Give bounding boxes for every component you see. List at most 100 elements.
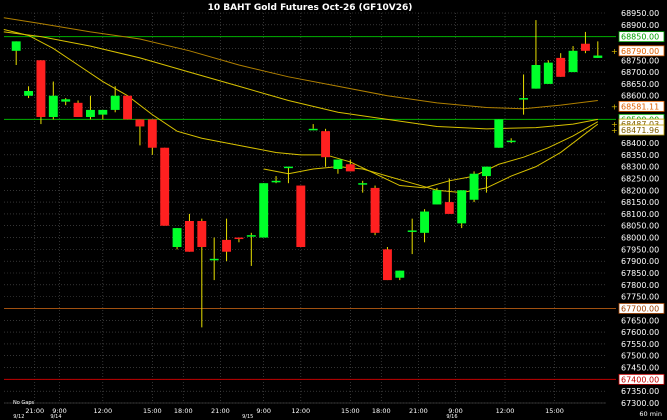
candle-body	[593, 55, 603, 58]
y-tick-label: 67300.00	[621, 399, 659, 408]
candle-body	[444, 202, 454, 214]
y-tick-label: 67600.00	[621, 328, 659, 337]
candle[interactable]	[543, 60, 553, 84]
x-tick-label: 18:00	[372, 407, 391, 415]
price-label: 68790.00+	[611, 45, 665, 57]
y-tick-label: 67750.00	[621, 293, 659, 302]
y-tick-label: 68150.00	[621, 198, 659, 207]
x-tick-label: 9:00	[256, 407, 271, 415]
x-tick-label: 21:00	[211, 407, 230, 415]
price-marker: +	[611, 47, 618, 56]
y-tick-label: 67650.00	[621, 316, 659, 325]
candle-body	[432, 190, 442, 205]
price-label-text: 67700.00	[621, 304, 659, 313]
candle[interactable]	[172, 228, 182, 250]
candle-body	[184, 221, 194, 252]
candle-body	[370, 187, 380, 233]
candle[interactable]	[432, 187, 442, 205]
price-label-text: 67400.00	[621, 375, 659, 384]
price-marker: +	[611, 126, 618, 135]
candle-body	[147, 119, 157, 148]
candle-body	[296, 185, 306, 247]
candlestick-chart[interactable]: 68950.0068900.0068850.0068800.0068750.00…	[0, 0, 667, 420]
candle-body	[519, 98, 529, 100]
candle-body	[283, 166, 293, 169]
candle-body	[457, 190, 467, 224]
candle-body	[123, 95, 133, 120]
candle[interactable]	[296, 185, 306, 247]
candle-body	[36, 60, 46, 117]
candle[interactable]	[370, 185, 380, 236]
y-tick-label: 68200.00	[621, 186, 659, 195]
candle-body	[11, 41, 21, 51]
candle-body	[85, 109, 95, 117]
y-tick-label: 68300.00	[621, 163, 659, 172]
x-tick-label: 21:00	[25, 407, 44, 415]
x-tick-label: 12:00	[93, 407, 112, 415]
y-tick-label: 68750.00	[621, 56, 659, 65]
candle-body	[160, 147, 170, 226]
candle-body	[333, 159, 343, 169]
candle-body	[506, 140, 516, 143]
candle[interactable]	[36, 60, 46, 125]
price-label-text: 68850.00	[621, 33, 659, 42]
price-marker: +	[611, 102, 618, 111]
x-tick-label: 12:00	[291, 407, 310, 415]
candle[interactable]	[457, 190, 467, 229]
x-tick-label: 18:00	[174, 407, 193, 415]
candle-body	[110, 95, 120, 110]
candle[interactable]	[160, 147, 170, 226]
candle-body	[407, 230, 417, 232]
price-label: 68850.00	[618, 31, 665, 43]
candle[interactable]	[494, 119, 504, 148]
candle-body	[222, 239, 232, 252]
chart-window: 68950.0068900.0068850.0068800.0068750.00…	[0, 0, 667, 420]
candle-body	[568, 50, 578, 73]
y-tick-label: 68400.00	[621, 139, 659, 148]
candle-body	[469, 173, 479, 200]
candle-body	[73, 102, 83, 117]
candle-body	[531, 65, 541, 89]
candle-body	[246, 235, 256, 237]
y-tick-label: 67950.00	[621, 245, 659, 254]
candle[interactable]	[73, 100, 83, 117]
candle-body	[209, 258, 219, 261]
x-date-label: 9/15	[242, 414, 253, 420]
price-label-text: 68790.00	[621, 47, 659, 56]
candle-body	[98, 109, 108, 115]
x-date-label: 9/12	[13, 414, 24, 420]
y-tick-label: 68100.00	[621, 210, 659, 219]
price-label: 68471.96+	[611, 124, 665, 136]
y-tick-label: 68050.00	[621, 222, 659, 231]
candle[interactable]	[123, 95, 133, 120]
y-tick-label: 67550.00	[621, 340, 659, 349]
candle-body	[556, 57, 566, 77]
candle[interactable]	[382, 247, 392, 281]
x-date-label: 9/14	[50, 414, 61, 420]
candle-body	[271, 180, 281, 183]
y-tick-label: 68650.00	[621, 80, 659, 89]
y-tick-label: 68900.00	[621, 21, 659, 30]
plot-background	[0, 0, 667, 420]
x-tick-label: 15:00	[545, 407, 564, 415]
y-tick-label: 67800.00	[621, 281, 659, 290]
candle-body	[481, 166, 491, 177]
candle[interactable]	[259, 183, 269, 238]
x-tick-label: 15:00	[341, 407, 360, 415]
price-label: 67400.00	[618, 373, 665, 385]
y-tick-label: 67500.00	[621, 352, 659, 361]
y-tick-label: 67350.00	[621, 387, 659, 396]
price-label-text: 68471.96	[621, 126, 659, 135]
candle-body	[321, 131, 331, 158]
price-label: 67700.00	[618, 303, 665, 314]
candle[interactable]	[469, 171, 479, 203]
y-tick-label: 68350.00	[621, 151, 659, 160]
y-tick-label: 67450.00	[621, 364, 659, 373]
y-tick-label: 68700.00	[621, 68, 659, 77]
x-tick-label: 15:00	[143, 407, 162, 415]
candle-body	[543, 62, 553, 84]
candle-body	[172, 228, 182, 247]
candle-body	[358, 183, 368, 185]
x-tick-label: 12:00	[496, 407, 515, 415]
timeframe-label: 60 min	[639, 410, 662, 418]
